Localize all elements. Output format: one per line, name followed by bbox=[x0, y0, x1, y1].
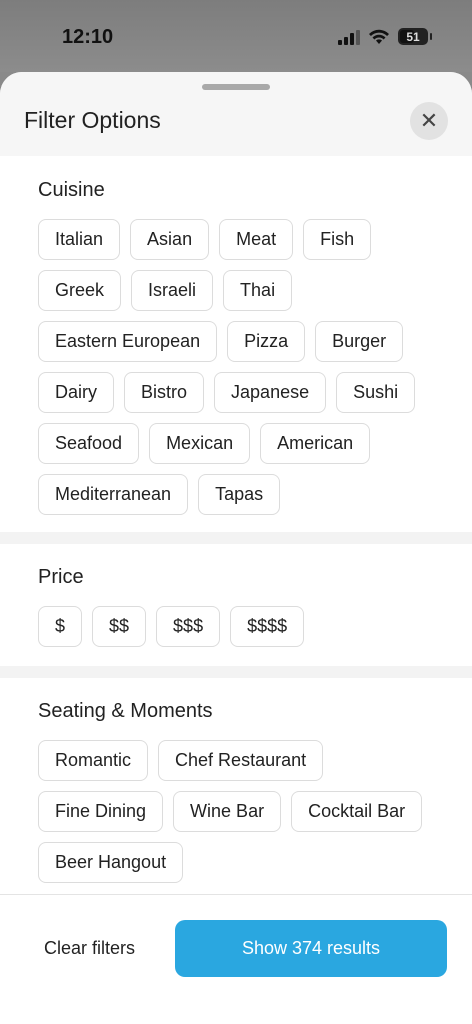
cuisine-chip[interactable]: American bbox=[260, 423, 371, 464]
clear-filters-button[interactable]: Clear filters bbox=[44, 938, 135, 959]
price-options: $ $$ $$$ $$$$ bbox=[38, 606, 452, 647]
cuisine-chip[interactable]: Seafood bbox=[38, 423, 140, 464]
cuisine-chip[interactable]: Mexican bbox=[149, 423, 251, 464]
cuisine-chip[interactable]: Asian bbox=[130, 219, 210, 260]
cuisine-chip[interactable]: Eastern European bbox=[38, 321, 218, 362]
seating-section: Seating & Moments Romantic Chef Restauran… bbox=[0, 678, 472, 894]
cuisine-chip[interactable]: Sushi bbox=[336, 372, 416, 413]
status-bar: 12:10 51 bbox=[0, 0, 472, 72]
battery-level: 51 bbox=[406, 29, 420, 44]
price-section: Price $ $$ $$$ $$$$ bbox=[0, 544, 472, 666]
price-chip[interactable]: $$ bbox=[92, 606, 147, 647]
cuisine-chip[interactable]: Meat bbox=[219, 219, 294, 260]
cuisine-chip[interactable]: Fish bbox=[303, 219, 372, 260]
cuisine-chip[interactable]: Burger bbox=[315, 321, 404, 362]
close-icon: ✕ bbox=[419, 108, 439, 133]
sheet-header: Filter Options ✕ bbox=[0, 72, 472, 156]
cuisine-chip[interactable]: Italian bbox=[38, 219, 121, 260]
seating-chip[interactable]: Cocktail Bar bbox=[291, 791, 423, 832]
cuisine-chip[interactable]: Thai bbox=[223, 270, 293, 311]
cuisine-chip[interactable]: Japanese bbox=[214, 372, 327, 413]
status-icons: 51 bbox=[338, 28, 432, 45]
cuisine-chip[interactable]: Greek bbox=[38, 270, 122, 311]
cuisine-chip[interactable]: Mediterranean bbox=[38, 474, 189, 515]
cuisine-options: Italian Asian Meat Fish Greek Israeli Thai East… bbox=[38, 219, 452, 515]
cellular-signal-icon bbox=[338, 29, 360, 45]
seating-title: Seating & Moments bbox=[38, 700, 213, 722]
price-chip[interactable]: $$$$ bbox=[230, 606, 305, 647]
cuisine-section: Cuisine Italian Asian Meat Fish Greek Israeli… bbox=[0, 156, 472, 532]
wifi-icon bbox=[369, 29, 389, 44]
price-title: Price bbox=[38, 566, 84, 588]
cuisine-chip[interactable]: Dairy bbox=[38, 372, 115, 413]
cuisine-title: Cuisine bbox=[38, 179, 105, 201]
cuisine-chip[interactable]: Bistro bbox=[124, 372, 205, 413]
status-time: 12:10 bbox=[62, 26, 114, 48]
seating-chip[interactable]: Wine Bar bbox=[173, 791, 282, 832]
cuisine-chip[interactable]: Tapas bbox=[198, 474, 281, 515]
close-button[interactable]: ✕ bbox=[410, 102, 448, 140]
seating-chip[interactable]: Beer Hangout bbox=[38, 842, 184, 883]
price-chip[interactable]: $ bbox=[38, 606, 83, 647]
price-chip[interactable]: $$$ bbox=[156, 606, 221, 647]
seating-options: Romantic Chef Restaurant Fine Dining Wine B… bbox=[38, 740, 452, 883]
show-results-button[interactable]: Show 374 results bbox=[175, 920, 447, 977]
cuisine-chip[interactable]: Pizza bbox=[227, 321, 306, 362]
bottom-action-bar: Clear filters Show 374 results bbox=[0, 894, 472, 1024]
filter-sheet: Filter Options ✕ Cuisine Italian Asian Mea… bbox=[0, 72, 472, 1024]
cuisine-chip[interactable]: Israeli bbox=[131, 270, 214, 311]
battery-icon: 51 bbox=[398, 28, 432, 45]
seating-chip[interactable]: Fine Dining bbox=[38, 791, 164, 832]
seating-chip[interactable]: Romantic bbox=[38, 740, 149, 781]
seating-chip[interactable]: Chef Restaurant bbox=[158, 740, 324, 781]
sheet-grabber[interactable] bbox=[202, 84, 270, 90]
sheet-title: Filter Options bbox=[24, 107, 161, 133]
